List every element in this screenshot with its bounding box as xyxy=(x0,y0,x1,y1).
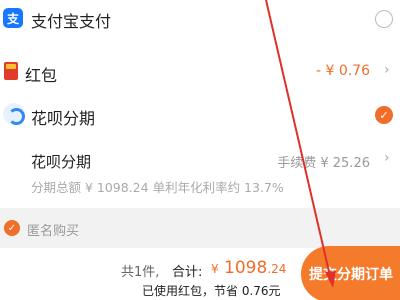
chevron-right-icon[interactable]: › xyxy=(384,150,390,166)
total-integer: 1098 xyxy=(224,258,268,278)
red-packet-amount: - ¥ 0.76 xyxy=(315,63,370,79)
anonymous-purchase-label: 匿名购买 xyxy=(27,224,80,239)
submit-installment-order-button[interactable]: 提交分期订单 xyxy=(301,246,400,300)
total-label: 合计: xyxy=(172,265,203,280)
anonymous-check-icon[interactable]: ✓ xyxy=(4,220,20,236)
checkout-page: 支 支付宝支付 红包 - ¥ 0.76 › 花呗分期 ✓ 花呗分期 手续费 ¥ … xyxy=(0,0,400,300)
huabei-label: 花呗分期 xyxy=(31,109,96,128)
installment-plan-label: 花呗分期 xyxy=(31,153,92,171)
savings-text: 已使用红包，节省 0.76元 xyxy=(142,284,281,298)
alipay-label: 支付宝支付 xyxy=(31,12,112,31)
huabei-selected-check-icon[interactable]: ✓ xyxy=(375,106,393,124)
item-count: 共1件, xyxy=(121,265,160,280)
chevron-right-icon[interactable]: › xyxy=(384,62,390,78)
red-packet-icon xyxy=(4,62,18,80)
installment-fee: 手续费 ¥ 25.26 xyxy=(277,156,370,171)
installment-description: 分期总额 ¥ 1098.24 单利年化利率约 13.7% xyxy=(31,180,284,195)
alipay-icon: 支 xyxy=(3,8,23,28)
alipay-radio[interactable] xyxy=(375,10,393,28)
currency-symbol: ¥ xyxy=(211,262,219,276)
red-packet-label: 红包 xyxy=(25,66,58,85)
huabei-icon xyxy=(3,103,25,125)
total-decimal: .24 xyxy=(267,262,287,276)
total-amount: ¥ 1098.24 xyxy=(211,258,286,278)
